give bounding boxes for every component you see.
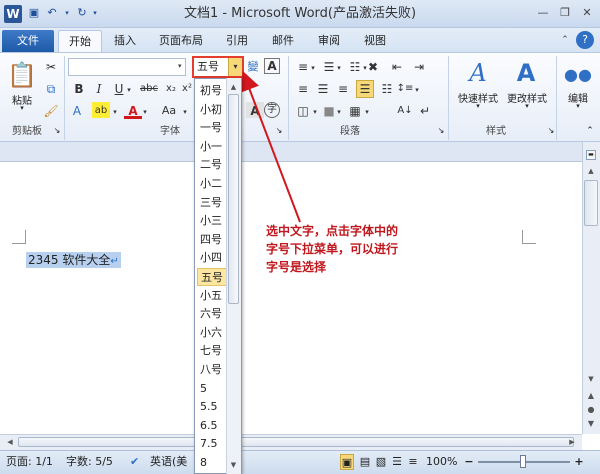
dropdown-scroll-thumb[interactable] xyxy=(228,94,239,304)
scroll-down-icon[interactable]: ▼ xyxy=(584,372,598,386)
zoom-in-icon[interactable]: + xyxy=(572,454,586,470)
annotation-arrow-line xyxy=(240,70,301,223)
dropdown-scroll-down-icon[interactable]: ▼ xyxy=(226,458,241,472)
annotation-line: 选中文字，点击字体中的 xyxy=(266,224,399,238)
draft-view-icon[interactable]: ≡ xyxy=(406,454,420,470)
word-count[interactable]: 字数: 5/5 xyxy=(66,454,113,470)
font-size-option[interactable]: 七号 xyxy=(197,342,227,360)
font-size-option[interactable]: 二号 xyxy=(197,156,227,174)
proofing-icon[interactable]: ✔ xyxy=(130,454,139,470)
outline-view-icon[interactable]: ☰ xyxy=(390,454,404,470)
scroll-left-icon[interactable]: ◀ xyxy=(4,436,16,448)
font-size-option[interactable]: 八号 xyxy=(197,361,227,379)
annotation-line: 字号是选择 xyxy=(266,260,327,274)
annotation-line: 字号下拉菜单，可以进行 xyxy=(266,242,399,256)
font-size-option[interactable]: 小二 xyxy=(197,175,227,193)
web-layout-icon[interactable]: ▧ xyxy=(374,454,388,470)
font-size-option[interactable]: 初号 xyxy=(197,82,227,100)
font-size-option[interactable]: 5 xyxy=(197,380,227,398)
font-size-option[interactable]: 六号 xyxy=(197,305,227,323)
ruler-toggle-icon[interactable]: ▬ xyxy=(586,150,596,160)
horizontal-scroll-thumb[interactable] xyxy=(18,437,574,447)
language-indicator[interactable]: 英语(美 xyxy=(150,454,187,470)
font-size-option[interactable]: 五号 xyxy=(197,268,227,286)
font-size-option[interactable]: 小四 xyxy=(197,249,227,267)
zoom-slider-thumb[interactable] xyxy=(520,455,526,468)
font-size-option[interactable]: 8 xyxy=(197,454,227,472)
font-size-option[interactable]: 四号 xyxy=(197,231,227,249)
page-indicator[interactable]: 页面: 1/1 xyxy=(6,454,53,470)
dropdown-scroll-up-icon[interactable]: ▲ xyxy=(226,80,241,94)
scroll-up-icon[interactable]: ▲ xyxy=(584,164,598,178)
zoom-out-icon[interactable]: − xyxy=(462,454,476,470)
previous-page-icon[interactable]: ▲ xyxy=(584,390,598,402)
font-size-option[interactable]: 小三 xyxy=(197,212,227,230)
font-size-option[interactable]: 7.5 xyxy=(197,435,227,453)
full-screen-reading-icon[interactable]: ▤ xyxy=(358,454,372,470)
zoom-level[interactable]: 100% xyxy=(426,454,457,470)
print-layout-icon[interactable]: ▣ xyxy=(340,454,354,470)
font-size-option[interactable]: 6.5 xyxy=(197,417,227,435)
next-page-icon[interactable]: ▼ xyxy=(584,418,598,430)
scroll-right-icon[interactable]: ▶ xyxy=(566,436,578,448)
font-size-option[interactable]: 小初 xyxy=(197,101,227,119)
select-browse-object-icon[interactable]: ● xyxy=(584,404,598,416)
font-size-option[interactable]: 5.5 xyxy=(197,398,227,416)
font-size-option[interactable]: 三号 xyxy=(197,194,227,212)
font-size-option[interactable]: 小一 xyxy=(197,138,227,156)
font-size-option[interactable]: 小六 xyxy=(197,324,227,342)
font-size-option[interactable]: 小五 xyxy=(197,287,227,305)
annotation-text: 选中文字，点击字体中的 字号下拉菜单，可以进行 字号是选择 xyxy=(266,222,436,276)
vertical-scroll-thumb[interactable] xyxy=(584,180,598,226)
font-size-option[interactable]: 一号 xyxy=(197,119,227,137)
